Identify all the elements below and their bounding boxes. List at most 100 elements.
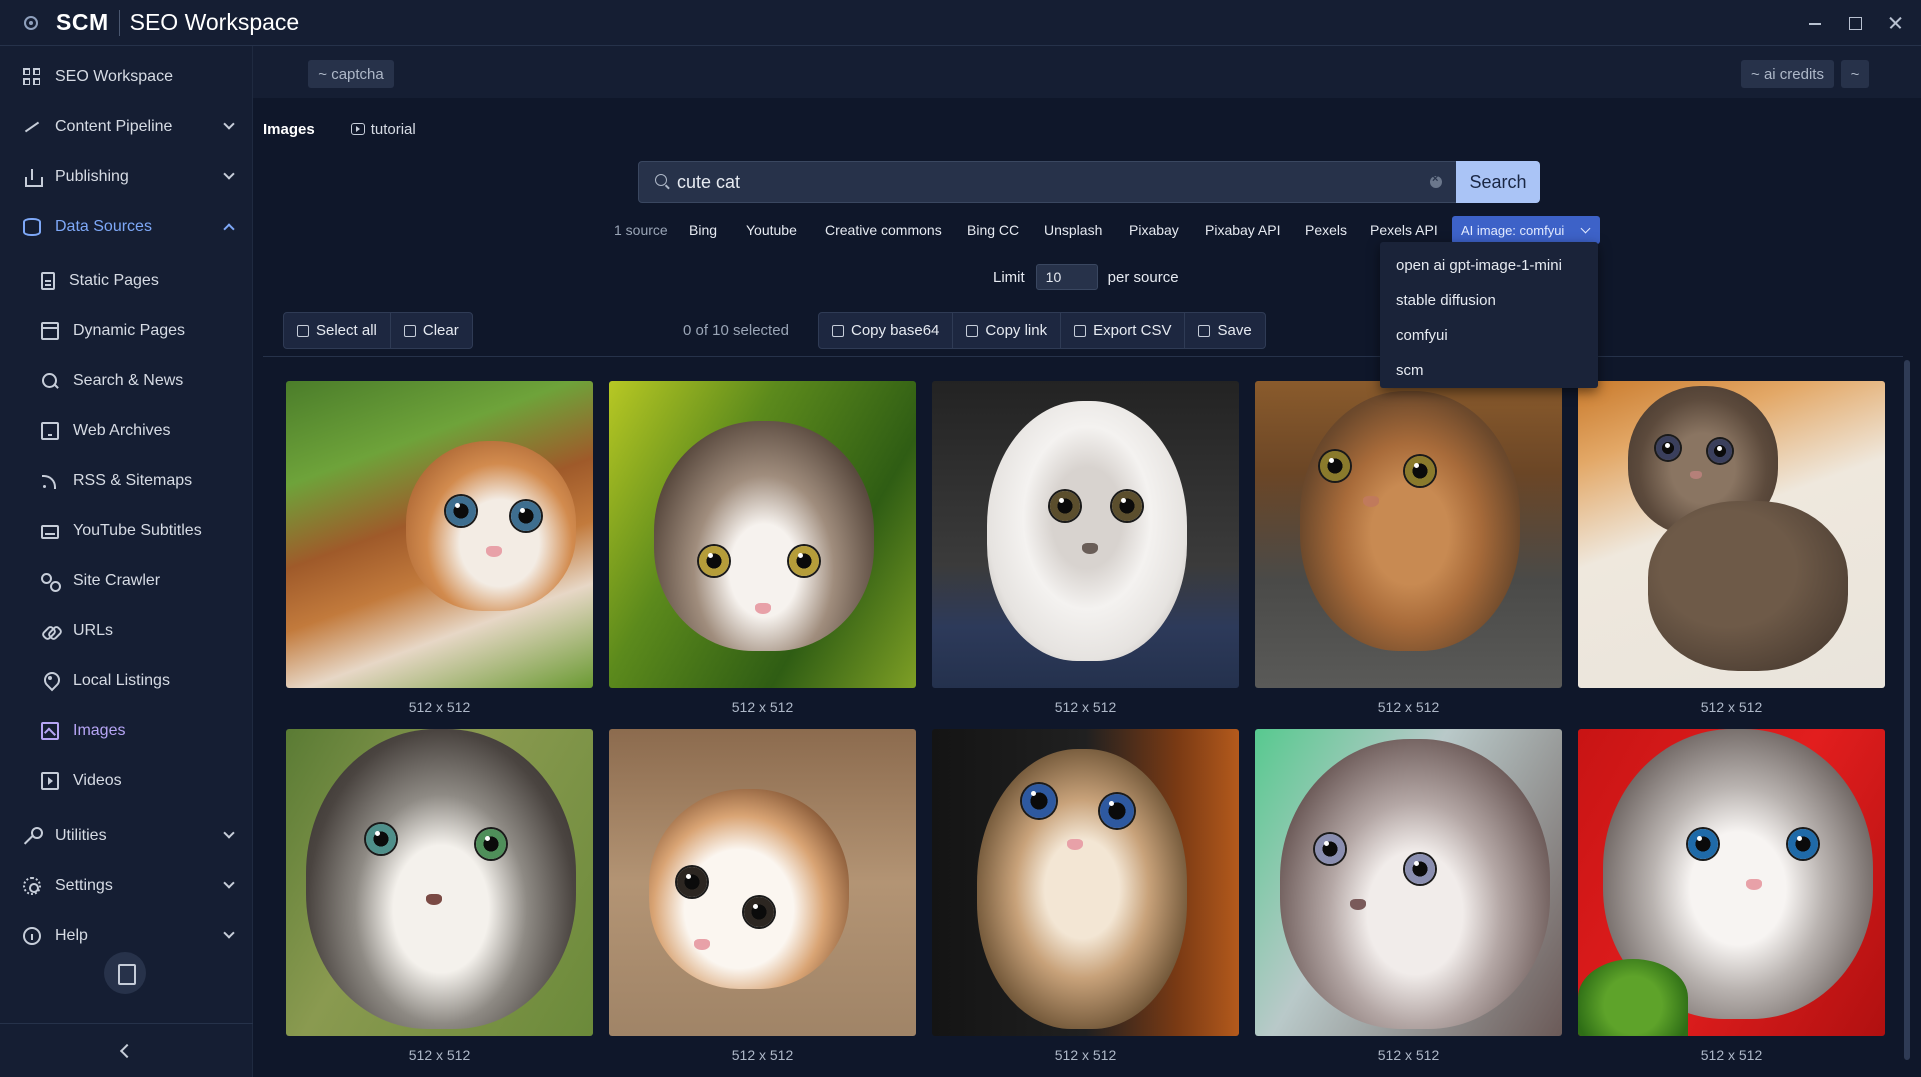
image-result-card[interactable]: 512 x 512: [1255, 381, 1562, 715]
subtitles-icon: [41, 525, 59, 539]
sidebar-item-search-news[interactable]: Search & News: [0, 359, 253, 403]
link-icon: [41, 622, 59, 640]
image-thumbnail[interactable]: [1255, 381, 1562, 688]
image-result-card[interactable]: 512 x 512: [286, 381, 593, 715]
sidebar-item-youtube-subtitles[interactable]: YouTube Subtitles: [0, 509, 253, 553]
export-csv-button[interactable]: Export CSV: [1061, 313, 1186, 348]
clear-search-icon[interactable]: [1430, 173, 1442, 188]
image-thumbnail[interactable]: [1578, 729, 1885, 1036]
cat-eye: [1788, 829, 1818, 859]
export-toolbar: Copy base64 Copy link Export CSV Save: [818, 312, 1266, 349]
image-thumbnail[interactable]: [932, 381, 1239, 688]
collapse-sidebar-icon[interactable]: [119, 1043, 135, 1059]
sidebar-item-site-crawler[interactable]: Site Crawler: [0, 559, 253, 603]
search-bar[interactable]: cute cat: [638, 161, 1457, 203]
sidebar-item-label: RSS & Sitemaps: [73, 472, 193, 489]
sidebar-item-local-listings[interactable]: Local Listings: [0, 659, 253, 703]
cat-nose: [1350, 899, 1366, 910]
limit-input[interactable]: 10: [1035, 264, 1098, 290]
search-input[interactable]: cute cat: [677, 172, 1430, 193]
image-result-card[interactable]: 512 x 512: [1578, 729, 1885, 1063]
select-all-button[interactable]: Select all: [284, 313, 391, 348]
source-unsplash[interactable]: Unsplash: [1044, 216, 1102, 244]
sidebar-item-utilities[interactable]: Utilities: [0, 814, 253, 858]
sidebar-item-rss-sitemaps[interactable]: RSS & Sitemaps: [0, 459, 253, 503]
chevron-down-icon: [223, 927, 235, 939]
source-pixabay-api[interactable]: Pixabay API: [1205, 216, 1281, 244]
dropdown-option-scm[interactable]: scm: [1396, 357, 1424, 383]
sidebar-item-settings[interactable]: Settings: [0, 864, 253, 908]
sidebar-item-label: Dynamic Pages: [73, 322, 186, 339]
maximize-icon[interactable]: [1847, 15, 1863, 31]
source-pexels[interactable]: Pexels: [1305, 216, 1347, 244]
ai-image-source-select[interactable]: AI image: comfyui: [1452, 216, 1600, 244]
ai-credits-pill[interactable]: ~ ai credits: [1741, 60, 1834, 88]
source-creative-commons[interactable]: Creative commons: [825, 216, 942, 244]
image-thumbnail[interactable]: [1255, 729, 1562, 1036]
image-thumbnail[interactable]: [932, 729, 1239, 1036]
sidebar-item-publishing[interactable]: Publishing: [0, 155, 253, 199]
image-result-card[interactable]: 512 x 512: [932, 729, 1239, 1063]
source-pixabay[interactable]: Pixabay: [1129, 216, 1179, 244]
sidebar-item-images[interactable]: Images: [0, 709, 253, 753]
image-result-card[interactable]: 512 x 512: [932, 381, 1239, 715]
chevron-up-icon: [223, 223, 235, 235]
tab-images[interactable]: Images: [263, 121, 315, 138]
tab-tutorial[interactable]: tutorial: [350, 121, 416, 138]
captcha-pill[interactable]: ~ captcha: [308, 60, 394, 88]
sidebar-item-seo-workspace[interactable]: SEO Workspace: [0, 55, 253, 99]
cat-nose: [1746, 879, 1762, 890]
image-result-card[interactable]: 512 x 512: [609, 729, 916, 1063]
image-size-label: 512 x 512: [731, 699, 794, 715]
document-icon: [41, 272, 55, 290]
copy-base64-button[interactable]: Copy base64: [819, 313, 954, 348]
image-thumbnail[interactable]: [609, 729, 916, 1036]
cat-nose: [486, 546, 502, 557]
source-youtube[interactable]: Youtube: [746, 216, 797, 244]
image-thumbnail[interactable]: [286, 381, 593, 688]
cat-eye: [699, 546, 729, 576]
sidebar-item-label: Local Listings: [73, 672, 170, 689]
image-result-card[interactable]: 512 x 512: [1255, 729, 1562, 1063]
sidebar-item-label: Content Pipeline: [55, 118, 173, 135]
dropdown-option-stable-diffusion[interactable]: stable diffusion: [1396, 287, 1496, 313]
grid-icon: [23, 68, 41, 86]
sidebar-item-urls[interactable]: URLs: [0, 609, 253, 653]
app-brand: SCM: [56, 9, 109, 35]
assistant-button[interactable]: [104, 952, 146, 994]
source-pexels-api[interactable]: Pexels API: [1370, 216, 1438, 244]
sidebar-item-dynamic-pages[interactable]: Dynamic Pages: [0, 309, 253, 353]
cat-nose: [1363, 496, 1379, 507]
info-icon: [23, 927, 41, 945]
sidebar-item-videos[interactable]: Videos: [0, 759, 253, 803]
copy-link-button[interactable]: Copy link: [953, 313, 1062, 348]
tilde-pill[interactable]: ~: [1841, 60, 1869, 88]
source-bing[interactable]: Bing: [689, 216, 717, 244]
image-thumbnail[interactable]: [1578, 381, 1885, 688]
cat-eye: [511, 501, 541, 531]
clear-button[interactable]: Clear: [391, 313, 472, 348]
dropdown-option-comfyui[interactable]: comfyui: [1396, 322, 1448, 348]
copy-icon: [832, 324, 844, 337]
scrollbar[interactable]: [1904, 360, 1910, 1060]
image-thumbnail[interactable]: [286, 729, 593, 1036]
image-result-card[interactable]: 512 x 512: [609, 381, 916, 715]
close-icon[interactable]: [1887, 15, 1903, 31]
image-result-card[interactable]: 512 x 512: [1578, 381, 1885, 715]
save-button[interactable]: Save: [1185, 313, 1264, 348]
save-icon: [1198, 324, 1211, 337]
selection-toolbar: Select all Clear: [283, 312, 473, 349]
sidebar-item-content-pipeline[interactable]: Content Pipeline: [0, 105, 253, 149]
sidebar-item-data-sources[interactable]: Data Sources: [0, 205, 253, 249]
image-results-grid: 512 x 512 512 x 512 512 x 512 512 x 512 …: [286, 381, 1886, 1077]
dropdown-option-gpt-image[interactable]: open ai gpt-image-1-mini: [1396, 252, 1562, 278]
image-size-label: 512 x 512: [1377, 699, 1440, 715]
minimize-icon[interactable]: [1807, 15, 1823, 31]
sidebar-item-web-archives[interactable]: Web Archives: [0, 409, 253, 453]
source-bing-cc[interactable]: Bing CC: [967, 216, 1019, 244]
chevron-down-icon: [223, 118, 235, 130]
sidebar-item-static-pages[interactable]: Static Pages: [0, 259, 253, 303]
image-result-card[interactable]: 512 x 512: [286, 729, 593, 1063]
image-thumbnail[interactable]: [609, 381, 916, 688]
search-button[interactable]: Search: [1456, 161, 1540, 203]
